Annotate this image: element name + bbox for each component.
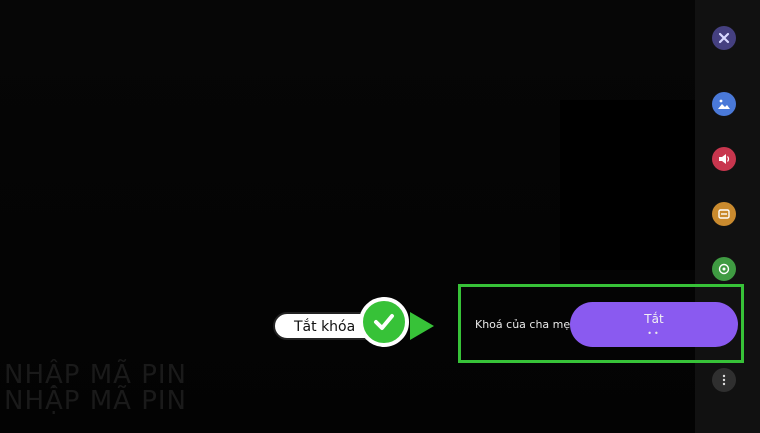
close-icon — [718, 32, 730, 44]
picture-menu-button[interactable] — [712, 92, 736, 116]
ghost-pin-text: NHẬP MÃ PIN — [4, 386, 188, 416]
parental-lock-toggle[interactable]: Tắt •• — [570, 302, 738, 347]
background-panel — [560, 100, 695, 270]
check-icon — [374, 314, 394, 330]
close-button[interactable] — [712, 26, 736, 50]
toggle-value: Tắt — [644, 312, 664, 326]
general-icon — [718, 209, 730, 219]
callout-text: Tắt khóa — [294, 319, 356, 335]
callout-arrow — [410, 312, 434, 340]
check-badge — [359, 297, 409, 347]
picture-icon — [718, 99, 730, 109]
support-icon — [718, 263, 730, 275]
more-options-icon — [722, 374, 726, 386]
sound-icon — [719, 154, 730, 164]
more-options-button[interactable] — [712, 368, 736, 392]
toggle-dots: •• — [647, 329, 661, 338]
general-menu-button[interactable] — [712, 202, 736, 226]
sound-menu-button[interactable] — [712, 147, 736, 171]
parental-lock-label: Khoá của cha mẹ — [475, 318, 571, 331]
support-menu-button[interactable] — [712, 257, 736, 281]
